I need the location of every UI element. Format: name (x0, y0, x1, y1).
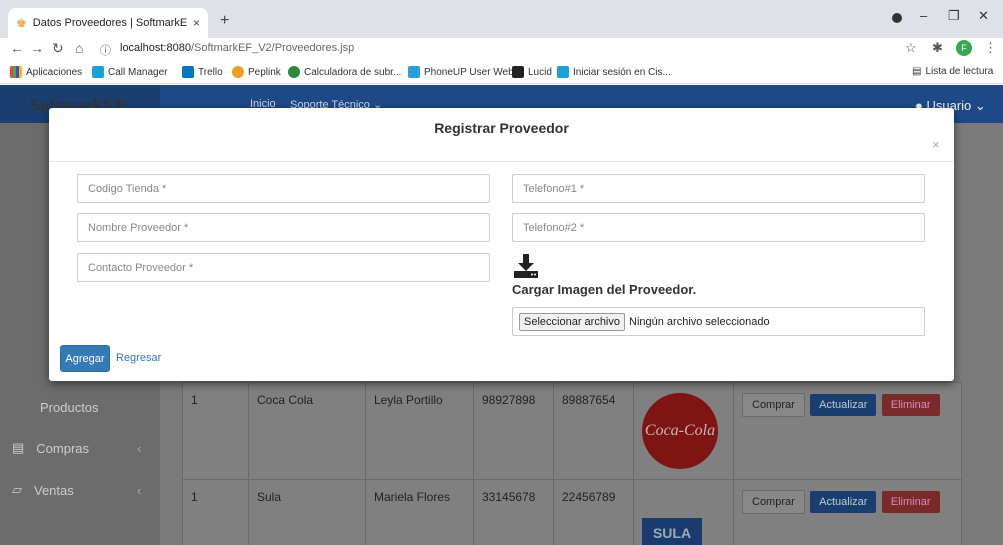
sula-logo: SULA (642, 518, 702, 545)
actualizar-button[interactable]: Actualizar (810, 394, 877, 416)
eliminar-button[interactable]: Eliminar (881, 491, 940, 513)
bookmark-label: Call Manager (108, 66, 168, 78)
bookmark-lucid[interactable]: Lucid (512, 66, 552, 78)
cell-telefono1: 33145678 (473, 479, 554, 545)
sidebar-item-productos[interactable]: Productos (40, 400, 99, 415)
modal-divider (49, 161, 954, 162)
nombre-proveedor-input[interactable] (77, 213, 490, 242)
star-icon[interactable]: ☆ (905, 40, 917, 56)
bookmark-trello[interactable]: Trello (182, 66, 223, 78)
cell-nombre: Coca Cola (248, 382, 366, 480)
bookmark-peplink[interactable]: Peplink (232, 66, 281, 78)
cell-codigo: 1 (182, 479, 249, 545)
cell-actions: Comprar Actualizar Eliminar (733, 479, 962, 545)
bookmark-label: Trello (198, 66, 223, 78)
reading-list[interactable]: ▤ Lista de lectura (912, 66, 993, 77)
bookmark-apps[interactable]: Aplicaciones (10, 66, 82, 78)
table-row: 1 Sula Mariela Flores 33145678 22456789 … (182, 479, 962, 545)
profile-avatar[interactable]: F (956, 40, 972, 56)
minimize-button[interactable]: – (920, 8, 927, 23)
actualizar-button[interactable]: Actualizar (810, 491, 877, 513)
reading-list-label: Lista de lectura (925, 66, 994, 77)
new-tab-button[interactable]: + (220, 12, 229, 30)
back-arrow-icon[interactable]: ← (10, 40, 24, 56)
chevron-left-icon: ‹ (137, 482, 142, 498)
url-path: /SoftmarkEF_V2/Proveedores.jsp (190, 42, 355, 54)
sidebar-item-compras[interactable]: ▤ Compras ‹ (12, 440, 141, 456)
cell-nombre: Sula (248, 479, 366, 545)
reload-icon[interactable]: ↻ (52, 40, 64, 57)
agregar-button[interactable]: Agregar (60, 345, 110, 372)
browser-tab[interactable]: ♚ Datos Proveedores | SoftmarkEF × (8, 8, 208, 38)
reading-list-icon: ▤ (912, 66, 922, 77)
url-host: localhost:8080 (120, 42, 191, 54)
maximize-button[interactable]: ❐ (948, 8, 960, 24)
extensions-icon[interactable]: ✱ (932, 40, 943, 56)
cell-telefono2: 89887654 (553, 382, 634, 480)
codigo-tienda-input[interactable] (77, 174, 490, 203)
upload-image-label: Cargar Imagen del Proveedor. (512, 282, 697, 297)
registrar-proveedor-modal: Registrar Proveedor × Cargar Imagen del … (49, 108, 954, 381)
choose-file-button[interactable]: Seleccionar archivo (519, 312, 625, 331)
calculator-icon (288, 66, 300, 78)
home-icon[interactable]: ⌂ (75, 40, 83, 56)
url-field[interactable]: localhost:8080/SoftmarkEF_V2/Proveedores… (120, 42, 354, 54)
register-icon: ▤ (12, 440, 25, 455)
comprar-button[interactable]: Comprar (742, 490, 805, 514)
providers-table: 1 Coca Cola Leyla Portillo 98927898 8988… (182, 382, 962, 545)
bookmark-calculadora[interactable]: Calculadora de subr... (288, 66, 401, 78)
tab-close-icon[interactable]: × (193, 16, 200, 30)
telefono2-input[interactable] (512, 213, 925, 242)
bookmark-label: Peplink (248, 66, 281, 78)
close-window-button[interactable]: ✕ (978, 8, 989, 24)
download-icon (514, 254, 538, 278)
regresar-link[interactable]: Regresar (116, 352, 161, 364)
peplink-icon (232, 66, 244, 78)
bookmark-label: Iniciar sesión en Cis... (573, 66, 671, 78)
table-row: 1 Coca Cola Leyla Portillo 98927898 8988… (182, 382, 962, 480)
sidebar-item-ventas[interactable]: ▱ Ventas ‹ (12, 482, 141, 498)
bookmark-phoneup[interactable]: PhoneUP User Web... (408, 66, 522, 78)
cell-logo: SULA (633, 479, 734, 545)
contacto-proveedor-input[interactable] (77, 253, 490, 282)
cell-logo: Coca-Cola (633, 382, 734, 480)
telefono1-input[interactable] (512, 174, 925, 203)
cell-contacto: Leyla Portillo (365, 382, 474, 480)
bookmark-label: Lucid (528, 66, 552, 78)
cell-telefono1: 98927898 (473, 382, 554, 480)
cell-contacto: Mariela Flores (365, 479, 474, 545)
bookmark-label: PhoneUP User Web... (424, 66, 523, 78)
profile-dot-icon[interactable] (892, 13, 902, 23)
bookmark-label: Aplicaciones (26, 66, 83, 78)
sidebar-item-label: Ventas (34, 482, 74, 498)
info-icon[interactable]: ⓘ (100, 42, 111, 58)
bookmark-cisco-login[interactable]: Iniciar sesión en Cis... (557, 66, 671, 78)
cell-telefono2: 22456789 (553, 479, 634, 545)
close-icon[interactable]: × (932, 137, 940, 152)
lucid-icon (512, 66, 524, 78)
apps-grid-icon (10, 66, 22, 78)
file-upload-field[interactable]: Seleccionar archivo Ningún archivo selec… (512, 307, 925, 336)
forward-arrow-icon[interactable]: → (30, 40, 44, 56)
comprar-button[interactable]: Comprar (742, 393, 805, 417)
sidebar-item-label: Productos (40, 400, 99, 415)
phoneup-icon (408, 66, 420, 78)
cell-codigo: 1 (182, 382, 249, 480)
bookmark-call-manager[interactable]: Call Manager (92, 66, 167, 78)
cell-actions: Comprar Actualizar Eliminar (733, 382, 962, 480)
bookmark-label: Calculadora de subr... (304, 66, 402, 78)
modal-title: Registrar Proveedor (434, 120, 569, 136)
tab-title: Datos Proveedores | SoftmarkEF (32, 17, 187, 29)
sales-icon: ▱ (12, 482, 22, 497)
cisco-icon (557, 66, 569, 78)
trello-icon (182, 66, 194, 78)
favicon-icon: ♚ (16, 16, 27, 30)
menu-kebab-icon[interactable]: ⋮ (984, 40, 997, 56)
file-status-text: Ningún archivo seleccionado (629, 315, 770, 328)
coca-cola-logo: Coca-Cola (642, 393, 718, 469)
cisco-icon (92, 66, 104, 78)
eliminar-button[interactable]: Eliminar (881, 394, 940, 416)
chevron-left-icon: ‹ (137, 440, 142, 456)
sidebar-item-label: Compras (36, 440, 90, 456)
